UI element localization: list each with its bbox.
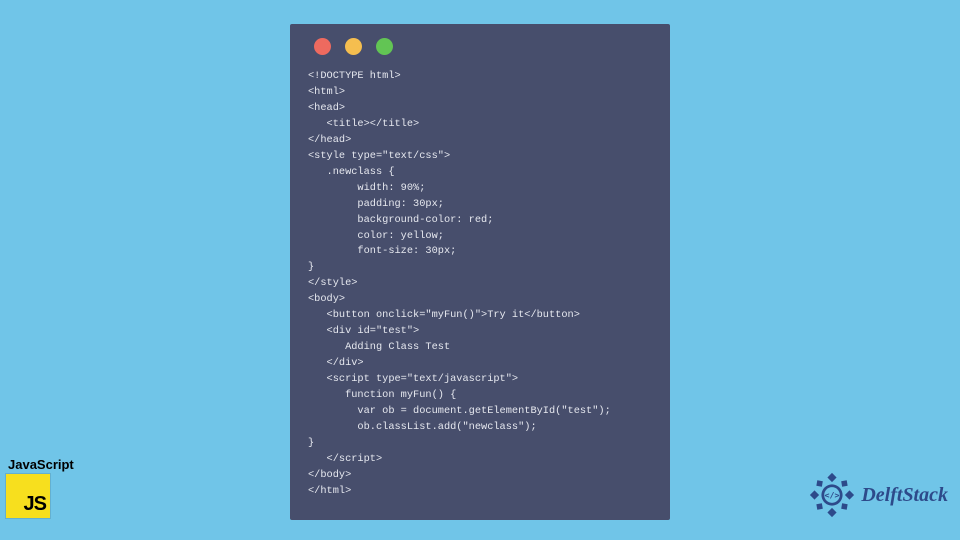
maximize-icon [376,38,393,55]
code-block: <!DOCTYPE html> <html> <head> <title></t… [308,69,652,500]
language-badge: JavaScript JS [6,457,74,518]
brand-logo: </> DelftStack [809,472,948,518]
svg-text:</>: </> [825,490,840,500]
language-label: JavaScript [6,457,74,472]
minimize-icon [345,38,362,55]
brand-name: DelftStack [861,484,948,507]
javascript-logo-icon: JS [6,474,50,518]
window-controls [308,38,652,55]
delftstack-icon: </> [809,472,855,518]
close-icon [314,38,331,55]
code-window: <!DOCTYPE html> <html> <head> <title></t… [290,24,670,520]
logo-text: JS [24,493,46,516]
